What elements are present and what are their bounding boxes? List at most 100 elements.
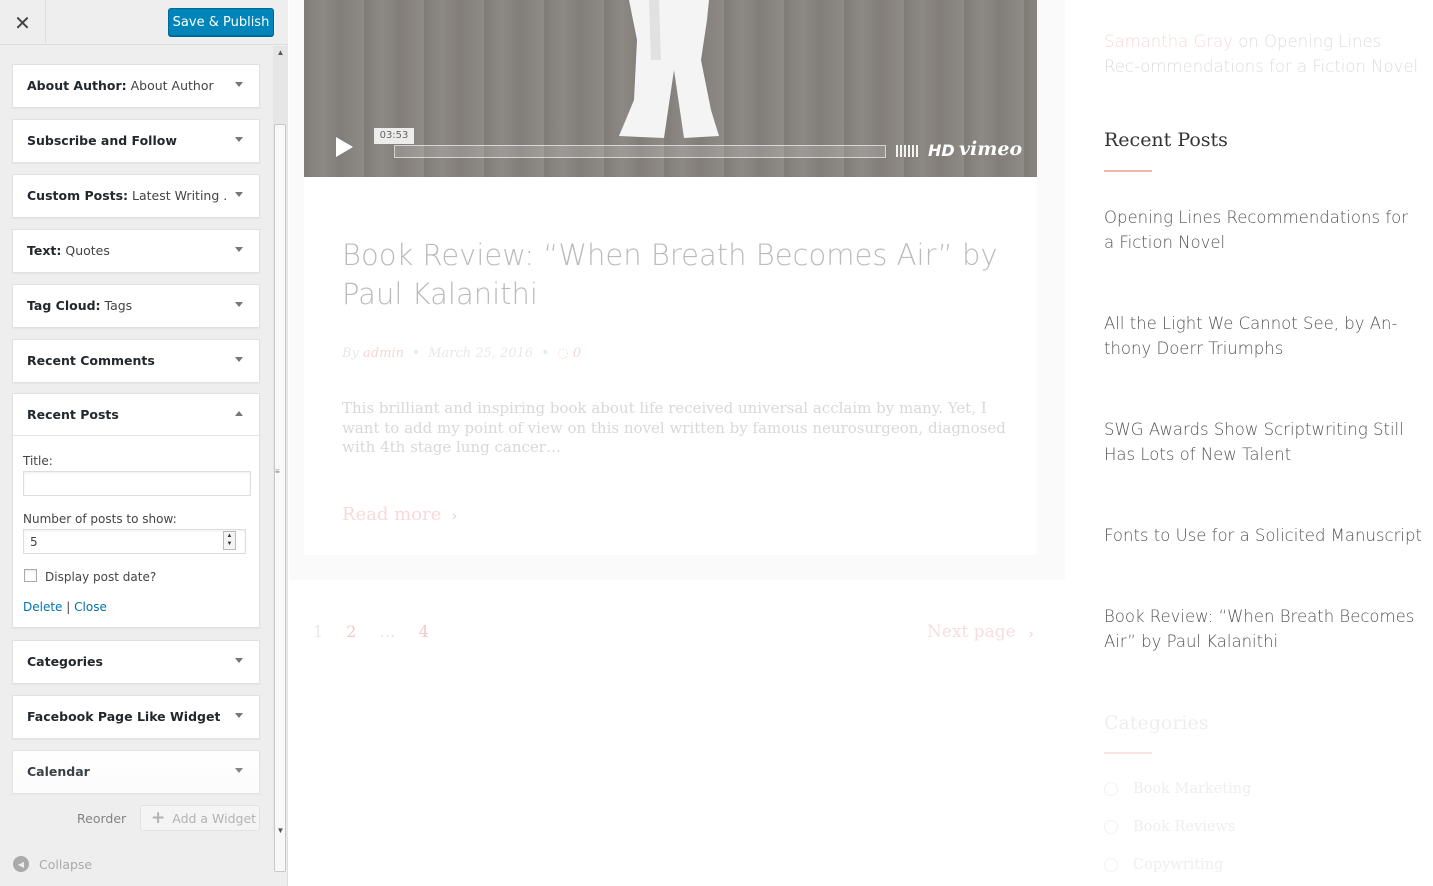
- save-publish-button[interactable]: Save & Publish: [168, 8, 274, 36]
- chevron-down-icon[interactable]: [235, 658, 243, 663]
- category-item[interactable]: Book Marketing: [1104, 781, 1251, 797]
- category-label: Book Reviews: [1133, 819, 1236, 835]
- scroll-down-arrow-icon[interactable]: ▼: [273, 824, 288, 838]
- chevron-down-icon[interactable]: [235, 137, 243, 142]
- delete-link[interactable]: Delete: [23, 600, 62, 614]
- close-button[interactable]: ✕: [0, 0, 46, 45]
- comment-on: on: [1232, 32, 1265, 51]
- main-column: 03:53 HD vimeo Book Review: “When Breath…: [289, 0, 1065, 580]
- widget-facebook-page-like[interactable]: Facebook Page Like Widget: [12, 695, 260, 739]
- widget-categories[interactable]: Categories: [12, 640, 260, 684]
- video-player[interactable]: 03:53 HD vimeo: [304, 0, 1037, 177]
- recent-posts-heading: Recent Posts: [1104, 129, 1228, 151]
- recent-post-link[interactable]: Fonts to Use for a Solicited Manuscript: [1104, 523, 1422, 548]
- widget-subscribe-follow[interactable]: Subscribe and Follow: [12, 119, 260, 163]
- title-label: Title:: [23, 454, 53, 468]
- pagination: 1 2 … 4: [313, 622, 447, 641]
- next-page-link[interactable]: Next page: [927, 622, 1016, 642]
- site-preview: 03:53 HD vimeo Book Review: “When Breath…: [289, 0, 1433, 886]
- post-title[interactable]: Book Review: “When Breath Becomes Air” b…: [342, 236, 1022, 314]
- display-date-label: Display post date?: [45, 570, 157, 584]
- chevron-right-icon: ›: [452, 507, 457, 523]
- recent-post-link[interactable]: SWG Awards Show Scriptwriting Still Has …: [1104, 417, 1422, 467]
- page-link[interactable]: 4: [419, 622, 429, 641]
- title-input[interactable]: [23, 471, 251, 496]
- bullet-icon: [1104, 858, 1118, 872]
- add-widget-button[interactable]: + Add a Widget: [140, 805, 260, 831]
- recent-post-link[interactable]: Opening Lines Recommendations for a Fict…: [1104, 205, 1422, 255]
- widget-title: Tag Cloud: Tags: [27, 298, 133, 313]
- scroll-up-arrow-icon[interactable]: ▲: [273, 46, 288, 60]
- video-time: 03:53: [374, 128, 414, 144]
- scrollbar[interactable]: ▲ ≡ ▼: [273, 46, 288, 872]
- widget-text-quotes[interactable]: Text: Quotes: [12, 229, 260, 273]
- categories-heading: Categories: [1104, 712, 1209, 734]
- meta-separator: •: [412, 346, 420, 361]
- meta-by: By: [342, 346, 359, 361]
- hd-toggle[interactable]: HD: [928, 141, 955, 160]
- site-sidebar: Samantha Gray on Opening Lines Rec-ommen…: [1104, 0, 1433, 886]
- chevron-down-icon[interactable]: [235, 768, 243, 773]
- recent-post-link[interactable]: All the Light We Cannot See, by An-thony…: [1104, 311, 1422, 361]
- widget-title: Facebook Page Like Widget: [27, 709, 221, 724]
- widget-custom-posts[interactable]: Custom Posts: Latest Writing ...: [12, 174, 260, 218]
- meta-comments-count[interactable]: 0: [573, 346, 581, 361]
- chevron-down-icon[interactable]: [235, 192, 243, 197]
- add-widget-label: Add a Widget: [172, 810, 257, 826]
- recent-post-link[interactable]: Book Review: “When Breath Becomes Air” b…: [1104, 604, 1422, 654]
- widget-calendar[interactable]: Calendar: [12, 750, 260, 794]
- chevron-down-icon[interactable]: [235, 247, 243, 252]
- widget-tag-cloud[interactable]: Tag Cloud: Tags: [12, 284, 260, 328]
- separator: |: [66, 600, 71, 614]
- display-date-checkbox[interactable]: [24, 569, 37, 582]
- chevron-down-icon[interactable]: [235, 82, 243, 87]
- widget-recent-posts: Recent Posts Title: Number of posts to s…: [12, 393, 260, 628]
- collapse-label: Collapse: [39, 856, 93, 872]
- volume-icon[interactable]: [896, 145, 918, 157]
- post-excerpt: This brilliant and inspiring book about …: [342, 399, 1006, 456]
- chevron-down-icon[interactable]: [235, 302, 243, 307]
- widget-title: Calendar: [27, 764, 90, 779]
- page-ellipsis: …: [379, 622, 396, 641]
- customizer-header: ✕ Save & Publish: [0, 0, 288, 45]
- widget-recent-comments[interactable]: Recent Comments: [12, 339, 260, 383]
- play-icon[interactable]: [336, 137, 353, 157]
- chevron-up-icon[interactable]: [235, 411, 243, 416]
- number-spinner[interactable]: ▲ ▼: [223, 531, 236, 550]
- vimeo-logo[interactable]: vimeo: [959, 138, 1022, 160]
- chevron-right-icon: ›: [1029, 626, 1034, 641]
- video-progress-bar[interactable]: [394, 145, 886, 158]
- comment-icon: ◌: [557, 346, 569, 361]
- bullet-icon: [1104, 782, 1118, 796]
- plus-icon: +: [151, 808, 166, 828]
- post-meta: By admin • March 25, 2016 • ◌ 0: [342, 346, 581, 361]
- collapse-button[interactable]: ◀ Collapse: [13, 856, 92, 872]
- meta-author-link[interactable]: admin: [363, 346, 404, 361]
- grip-icon: ≡: [275, 467, 280, 476]
- category-label: Copywriting: [1133, 857, 1224, 873]
- page-link[interactable]: 1: [313, 622, 323, 641]
- bullet-icon: [1104, 820, 1118, 834]
- close-icon: ✕: [14, 10, 31, 35]
- read-more-link[interactable]: Read more: [342, 504, 441, 525]
- meta-date: March 25, 2016: [428, 346, 534, 361]
- number-label: Number of posts to show:: [23, 512, 177, 526]
- widget-title: Categories: [27, 654, 103, 669]
- chevron-down-icon[interactable]: [235, 713, 243, 718]
- meta-separator: •: [541, 346, 550, 361]
- chevron-down-icon[interactable]: [235, 357, 243, 362]
- recent-comment-item: Samantha Gray on Opening Lines Rec-ommen…: [1104, 29, 1422, 79]
- post-card: 03:53 HD vimeo Book Review: “When Breath…: [304, 0, 1037, 555]
- widget-header[interactable]: Recent Posts: [13, 394, 259, 436]
- widget-title: About Author: About Author: [27, 78, 214, 93]
- comment-author-link[interactable]: Samantha Gray: [1104, 32, 1233, 51]
- widget-title: Recent Posts: [27, 407, 119, 422]
- reorder-link[interactable]: Reorder: [77, 811, 126, 826]
- category-item[interactable]: Book Reviews: [1104, 819, 1235, 835]
- page-link-current: 2: [346, 622, 357, 641]
- close-link[interactable]: Close: [74, 600, 107, 614]
- scroll-thumb[interactable]: [274, 124, 286, 872]
- widget-about-author[interactable]: About Author: About Author: [12, 64, 260, 108]
- number-of-posts-input[interactable]: 5: [23, 529, 246, 554]
- category-item[interactable]: Copywriting: [1104, 857, 1223, 873]
